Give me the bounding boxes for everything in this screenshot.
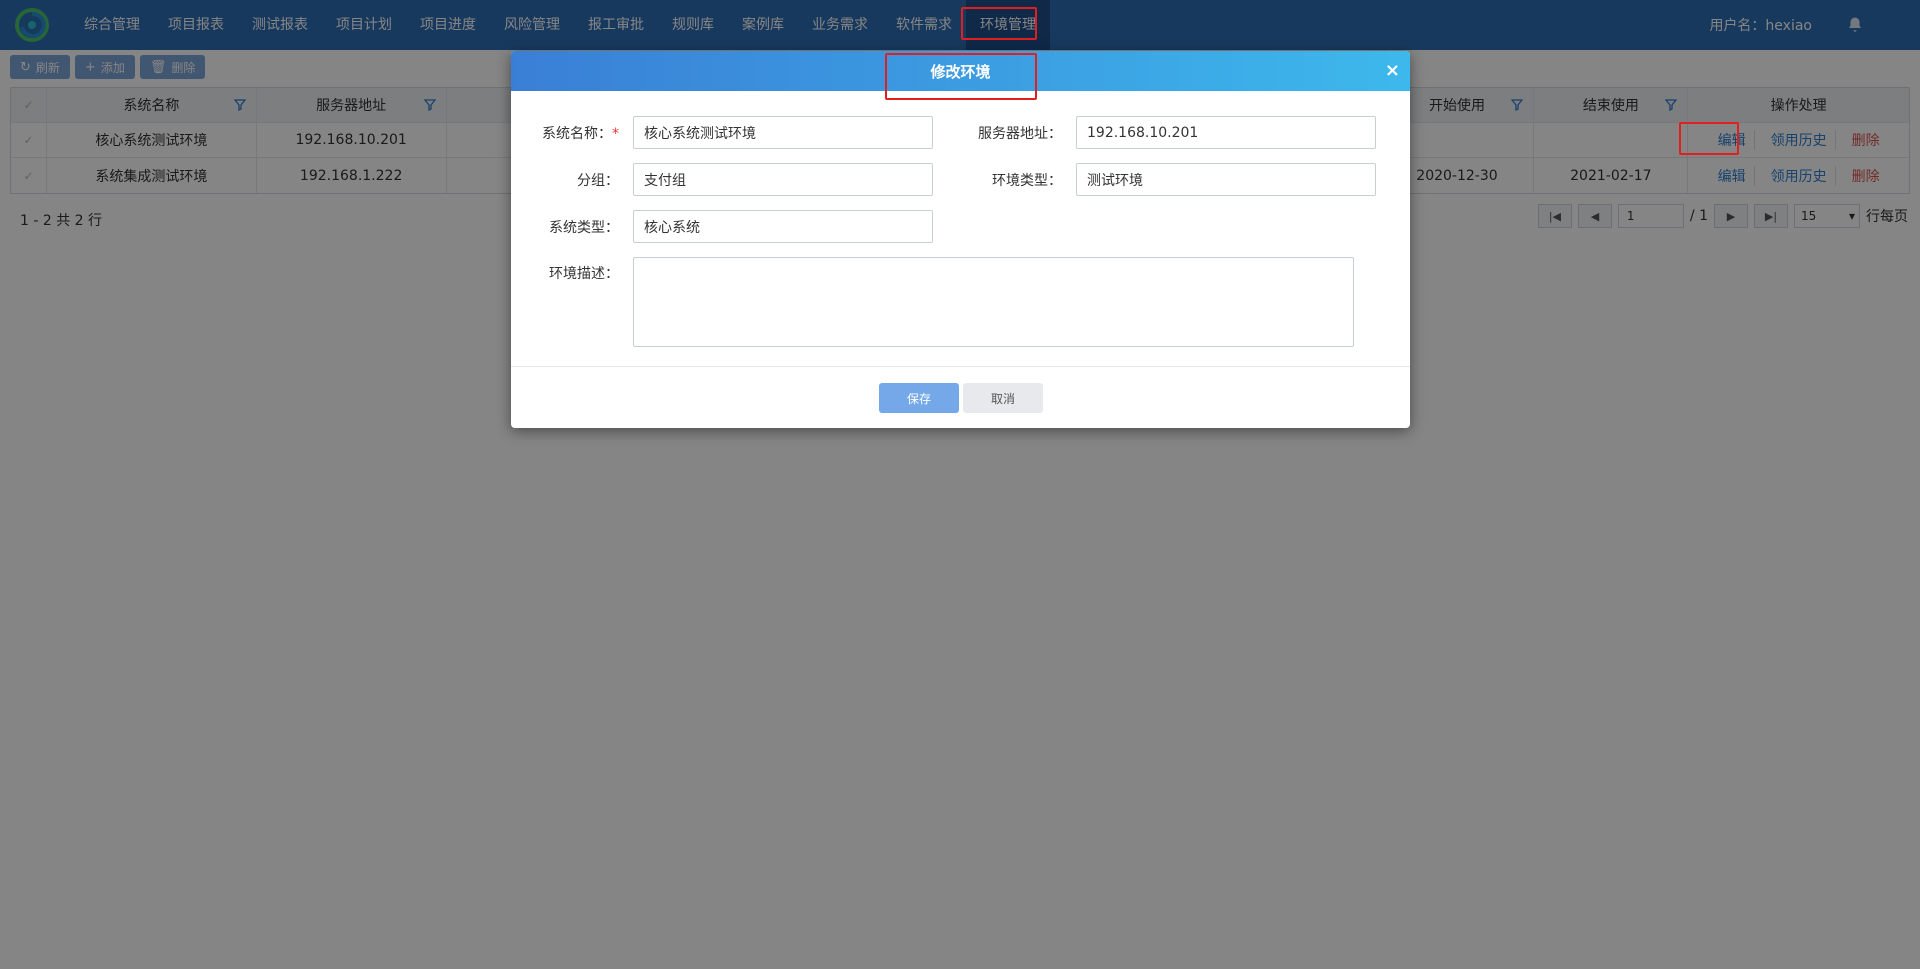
- dialog-header: 修改环境 ×: [511, 51, 1410, 91]
- close-icon[interactable]: ×: [1385, 61, 1400, 81]
- system-name-label: 系统名称：: [542, 125, 612, 142]
- field-env-type: 环境类型： 测试环境: [966, 163, 1376, 196]
- dialog-title: 修改环境: [930, 62, 991, 81]
- required-mark: *: [612, 125, 619, 142]
- dialog-footer-divider: [511, 366, 1410, 367]
- system-name-input[interactable]: 核心系统测试环境: [633, 116, 933, 149]
- env-type-label: 环境类型：: [992, 172, 1062, 189]
- cancel-button[interactable]: 取消: [963, 383, 1043, 413]
- group-label: 分组：: [577, 172, 619, 189]
- field-env-desc: 环境描述：: [541, 257, 1354, 347]
- server-addr-input[interactable]: 192.168.10.201: [1076, 116, 1376, 149]
- save-button[interactable]: 保存: [879, 383, 959, 413]
- system-type-label: 系统类型：: [549, 219, 619, 236]
- field-system-name: 系统名称：* 核心系统测试环境: [541, 116, 933, 149]
- system-type-input[interactable]: 核心系统: [633, 210, 933, 243]
- field-system-type: 系统类型： 核心系统: [541, 210, 933, 243]
- server-addr-label: 服务器地址：: [978, 125, 1062, 142]
- field-group: 分组： 支付组: [541, 163, 933, 196]
- env-desc-textarea[interactable]: [633, 257, 1354, 347]
- group-input[interactable]: 支付组: [633, 163, 933, 196]
- edit-env-dialog: 修改环境 × 系统名称：* 核心系统测试环境 服务器地址： 192.168.10…: [511, 51, 1410, 428]
- field-server-addr: 服务器地址： 192.168.10.201: [966, 116, 1376, 149]
- env-type-input[interactable]: 测试环境: [1076, 163, 1376, 196]
- env-desc-label: 环境描述：: [549, 266, 619, 282]
